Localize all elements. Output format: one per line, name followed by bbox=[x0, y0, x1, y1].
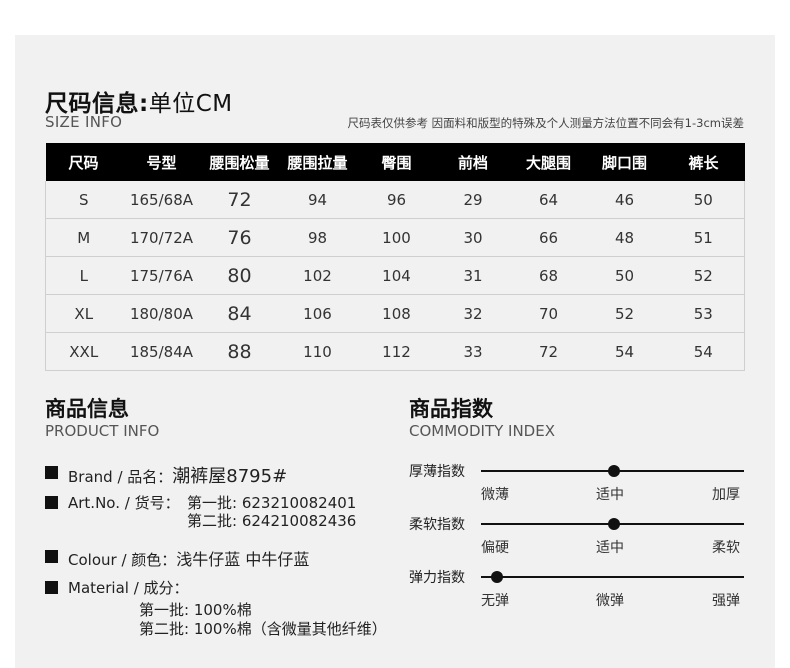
table-cell: 180/80A bbox=[121, 294, 202, 333]
table-cell: 106 bbox=[277, 294, 358, 333]
scale-label: 弹力指数 bbox=[409, 570, 465, 586]
table-cell: 170/72A bbox=[121, 218, 202, 257]
table-cell: 96 bbox=[357, 181, 436, 219]
column-header: 号型 bbox=[121, 143, 202, 181]
table-cell: 54 bbox=[586, 332, 663, 371]
scale-label: 厚薄指数 bbox=[409, 464, 465, 480]
table-cell: 102 bbox=[277, 256, 358, 295]
scale-tick-label: 无弹 bbox=[481, 593, 509, 609]
table-cell: XL bbox=[45, 294, 122, 333]
commodity-index-title: 商品指数 bbox=[409, 397, 493, 421]
table-row: L 175/76A 80 102 104 31 68 50 52 bbox=[45, 256, 745, 295]
size-info-unit: 单位CM bbox=[148, 91, 233, 117]
brand-label: Brand / 品名： bbox=[68, 468, 173, 486]
column-header: 大腿围 bbox=[510, 143, 587, 181]
size-info-subtitle: SIZE INFO bbox=[45, 113, 123, 131]
column-header: 脚口围 bbox=[586, 143, 663, 181]
table-cell: 46 bbox=[586, 181, 663, 219]
scale-tick-label: 偏硬 bbox=[481, 540, 509, 556]
table-cell: 51 bbox=[662, 218, 745, 257]
scale-tick-label: 适中 bbox=[596, 540, 624, 556]
table-cell: 29 bbox=[435, 181, 511, 219]
scale-tick-label: 适中 bbox=[596, 487, 624, 503]
brand-value: 潮裤屋8795# bbox=[172, 466, 288, 487]
scale-tick-label: 加厚 bbox=[712, 487, 740, 503]
table-cell: 112 bbox=[357, 332, 436, 371]
table-cell: 100 bbox=[357, 218, 436, 257]
table-cell: 104 bbox=[357, 256, 436, 295]
table-cell: L bbox=[45, 256, 122, 295]
table-cell: 84 bbox=[201, 294, 278, 333]
table-row: S 165/68A 72 94 96 29 64 46 50 bbox=[45, 181, 745, 219]
table-cell: 80 bbox=[201, 256, 278, 295]
table-row: XXL 185/84A 88 110 112 33 72 54 54 bbox=[45, 332, 745, 371]
scale-tick-label: 微弹 bbox=[596, 593, 624, 609]
table-cell: 98 bbox=[277, 218, 358, 257]
table-row: M 170/72A 76 98 100 30 66 48 51 bbox=[45, 218, 745, 257]
table-cell: 54 bbox=[662, 332, 745, 371]
table-cell: 52 bbox=[586, 294, 663, 333]
bullet-icon bbox=[45, 581, 58, 594]
colour-label: Colour / 颜色： bbox=[68, 551, 177, 569]
scale-tick-label: 强弹 bbox=[712, 593, 740, 609]
material-batch1: 第一批: 100%棉 bbox=[139, 601, 252, 619]
table-cell: 33 bbox=[435, 332, 511, 371]
table-cell: 31 bbox=[435, 256, 511, 295]
column-header: 腰围拉量 bbox=[277, 143, 358, 181]
table-cell: 48 bbox=[586, 218, 663, 257]
table-cell: 66 bbox=[510, 218, 587, 257]
scale-label: 柔软指数 bbox=[409, 517, 465, 533]
colour-value: 浅牛仔蓝 中牛仔蓝 bbox=[176, 550, 310, 569]
table-cell: 185/84A bbox=[121, 332, 202, 371]
table-cell: 53 bbox=[662, 294, 745, 333]
table-row: XL 180/80A 84 106 108 32 70 52 53 bbox=[45, 294, 745, 333]
table-cell: 72 bbox=[201, 181, 278, 219]
column-header: 尺码 bbox=[45, 143, 122, 181]
table-cell: 72 bbox=[510, 332, 587, 371]
table-cell: S bbox=[45, 181, 122, 219]
product-info-title: 商品信息 bbox=[45, 397, 129, 421]
brand-row: Brand / 品名：潮裤屋8795# bbox=[68, 462, 287, 488]
bullet-icon bbox=[45, 550, 58, 563]
scale-tick-label: 柔软 bbox=[712, 540, 740, 556]
table-cell: 50 bbox=[586, 256, 663, 295]
table-cell: 68 bbox=[510, 256, 587, 295]
bullet-icon bbox=[45, 466, 58, 479]
bullet-icon bbox=[45, 496, 58, 509]
size-table-header: 尺码 号型 腰围松量 腰围拉量 臀围 前档 大腿围 脚口围 裤长 bbox=[45, 143, 745, 181]
table-cell: 70 bbox=[510, 294, 587, 333]
table-cell: 110 bbox=[277, 332, 358, 371]
table-cell: 76 bbox=[201, 218, 278, 257]
size-note: 尺码表仅供参考 因面料和版型的特殊及个人测量方法位置不同会有1-3cm误差 bbox=[347, 116, 744, 130]
table-cell: 50 bbox=[662, 181, 745, 219]
commodity-index-subtitle: COMMODITY INDEX bbox=[409, 422, 555, 440]
column-header: 臀围 bbox=[357, 143, 436, 181]
column-header: 腰围松量 bbox=[201, 143, 278, 181]
table-cell: M bbox=[45, 218, 122, 257]
scale-indicator-dot bbox=[607, 518, 620, 530]
artno-batch2: 第二批: 624210082436 bbox=[187, 512, 357, 530]
table-cell: 94 bbox=[277, 181, 358, 219]
material-label: Material / 成分： bbox=[68, 579, 189, 597]
scale-indicator-dot bbox=[607, 465, 620, 477]
table-cell: 30 bbox=[435, 218, 511, 257]
artno-label: Art.No. / 货号： bbox=[68, 494, 180, 512]
column-header: 裤长 bbox=[662, 143, 745, 181]
colour-row: Colour / 颜色：浅牛仔蓝 中牛仔蓝 bbox=[68, 546, 309, 570]
table-cell: 175/76A bbox=[121, 256, 202, 295]
table-cell: 88 bbox=[201, 332, 278, 371]
scale-line bbox=[481, 576, 744, 578]
table-cell: 52 bbox=[662, 256, 745, 295]
table-cell: XXL bbox=[45, 332, 122, 371]
table-cell: 32 bbox=[435, 294, 511, 333]
scale-tick-label: 微薄 bbox=[481, 487, 509, 503]
material-batch2: 第二批: 100%棉（含微量其他纤维） bbox=[139, 620, 387, 638]
table-cell: 108 bbox=[357, 294, 436, 333]
table-cell: 64 bbox=[510, 181, 587, 219]
column-header: 前档 bbox=[435, 143, 511, 181]
scale-indicator-dot bbox=[491, 571, 503, 583]
size-table: 尺码 号型 腰围松量 腰围拉量 臀围 前档 大腿围 脚口围 裤长 S 165/68A 72 94 96 2… bbox=[45, 143, 745, 371]
table-cell: 165/68A bbox=[121, 181, 202, 219]
product-info-subtitle: PRODUCT INFO bbox=[45, 422, 160, 440]
